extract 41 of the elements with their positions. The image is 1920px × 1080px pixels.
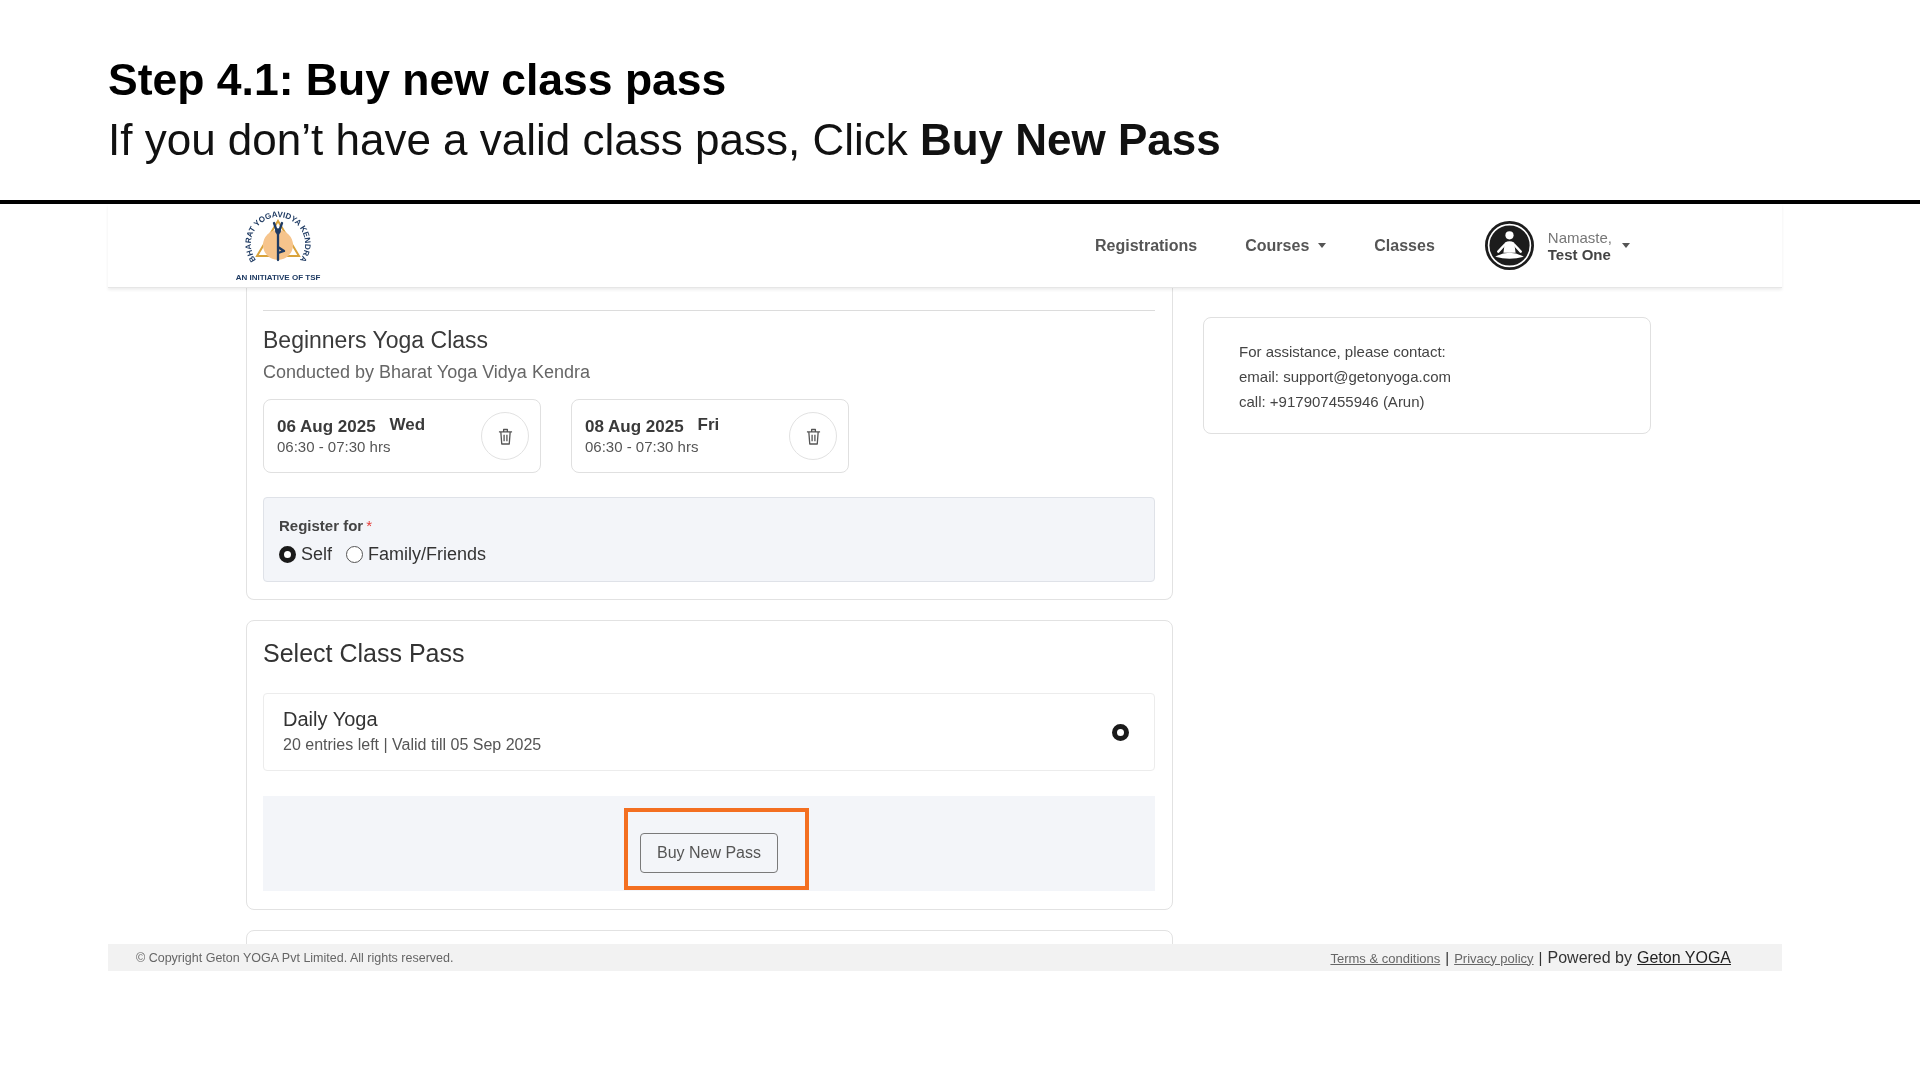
session-time: 06:30 - 07:30 hrs bbox=[585, 438, 700, 456]
session-day: Fri bbox=[697, 415, 720, 435]
pass-details: 20 entries left | Valid till 05 Sep 2025 bbox=[283, 735, 543, 755]
conductor-text: Conducted by Bharat Yoga Vidya Kendra bbox=[263, 361, 591, 384]
session-time: 06:30 - 07:30 hrs bbox=[277, 438, 392, 456]
radio-button[interactable] bbox=[1112, 723, 1129, 741]
pass-name: Daily Yoga bbox=[283, 708, 379, 730]
nav-link[interactable]: Registrations bbox=[1095, 232, 1198, 259]
session-date: 06 Aug 2025 bbox=[277, 416, 376, 438]
powered-by-text: Powered by bbox=[1547, 948, 1632, 967]
field-label: Register for bbox=[279, 516, 364, 536]
radio-button[interactable] bbox=[279, 545, 296, 563]
trash-icon bbox=[805, 427, 821, 445]
footer-link[interactable]: Terms & conditions bbox=[1330, 950, 1441, 966]
section-title: Select Class Pass bbox=[263, 638, 466, 668]
avatar-icon bbox=[1484, 221, 1534, 270]
pass-option[interactable]: Daily Yoga 20 entries left | Valid till 05 Sep 2025 bbox=[263, 693, 1155, 771]
session-day: Wed bbox=[389, 415, 426, 435]
delete-button[interactable] bbox=[789, 412, 837, 460]
user-menu-button[interactable]: Namaste, Test One bbox=[1484, 221, 1630, 270]
trash-icon bbox=[497, 427, 513, 445]
nav-link[interactable]: Classes bbox=[1374, 232, 1435, 259]
assistance-text: call: +917907455946 (Arun) bbox=[1239, 392, 1426, 412]
radio-label[interactable]: Self bbox=[301, 542, 333, 566]
delete-button[interactable] bbox=[481, 412, 529, 460]
radio-button[interactable] bbox=[346, 545, 364, 563]
slide-instruction: If you don’t have a valid class pass, Click Buy New Pass bbox=[108, 114, 1222, 166]
assistance-text: For assistance, please contact: bbox=[1239, 342, 1447, 362]
separator-text: | bbox=[1445, 948, 1450, 966]
footer-link[interactable]: Privacy policy bbox=[1454, 950, 1534, 966]
nav-link[interactable]: Courses bbox=[1245, 232, 1327, 259]
copyright-text: © Copyright Geton YOGA Pvt Limited. All rights reserved. bbox=[136, 950, 454, 965]
assistance-text: email: support@getonyoga.com bbox=[1239, 367, 1452, 387]
separator-text: | bbox=[1538, 948, 1543, 966]
brand-link[interactable]: Geton YOGA bbox=[1637, 948, 1731, 967]
session-date: 08 Aug 2025 bbox=[585, 416, 684, 438]
required-mark: * bbox=[366, 516, 373, 536]
radio-label[interactable]: Family/Friends bbox=[368, 542, 487, 566]
slide-heading: Step 4.1: Buy new class pass bbox=[108, 54, 728, 106]
buy-new-pass-button[interactable]: Buy New Pass bbox=[640, 833, 778, 873]
course-title: Beginners Yoga Class bbox=[263, 326, 490, 354]
